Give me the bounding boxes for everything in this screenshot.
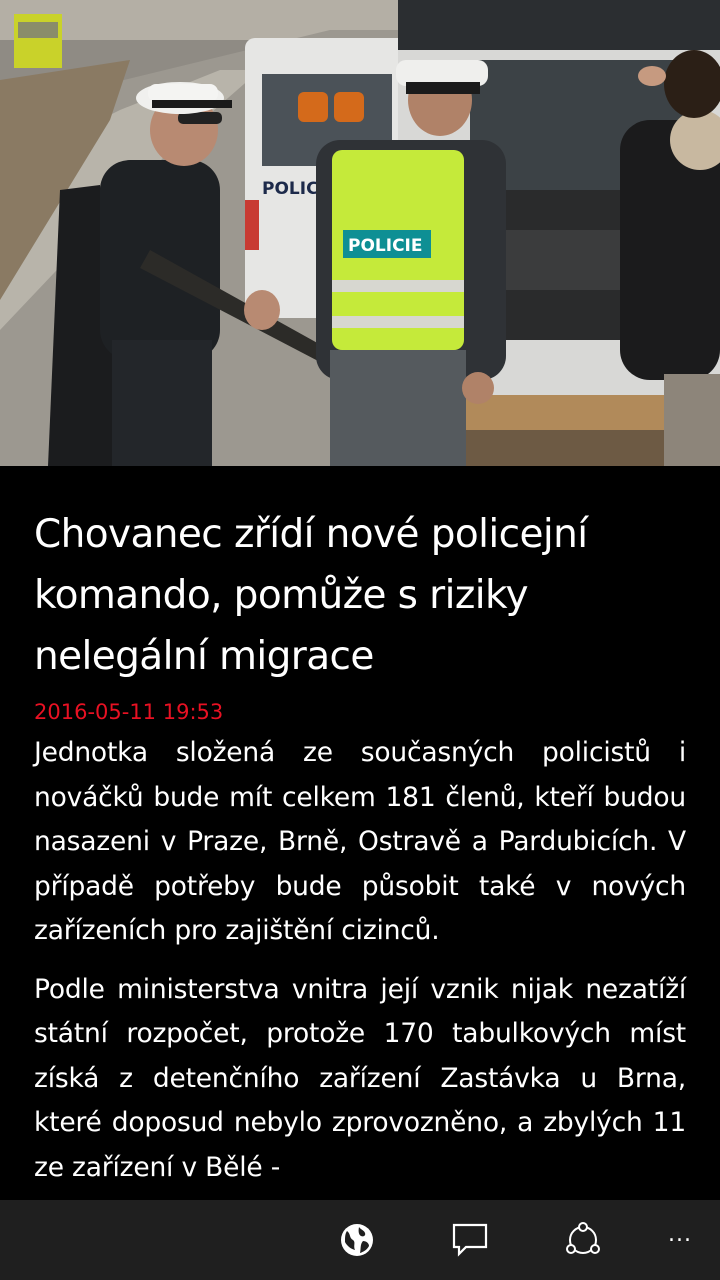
vest-police-label: POLICIE — [348, 236, 422, 256]
article-hero-image: POLICIE POLICIE — [0, 0, 720, 466]
open-in-browser-button[interactable] — [317, 1200, 397, 1280]
bottom-app-bar: ... — [0, 1200, 720, 1280]
article-paragraph: Podle ministerstva vnitra její vznik nij… — [34, 973, 686, 1183]
article-title: Chovanec zřídí nové policejní komando, p… — [34, 512, 588, 679]
globe-icon — [341, 1224, 373, 1256]
share-button[interactable] — [543, 1200, 623, 1280]
article-body: Chovanec zřídí nové policejní komando, p… — [34, 504, 686, 1190]
more-options-button[interactable]: ... — [640, 1200, 720, 1280]
more-icon: ... — [668, 1222, 692, 1247]
article-timestamp: 2016-05-11 19:53 — [34, 700, 224, 724]
share-icon — [566, 1222, 600, 1254]
comments-button[interactable] — [430, 1200, 510, 1280]
comment-icon — [452, 1223, 488, 1257]
article-paragraph: Jednotka složená ze současných policistů… — [34, 737, 686, 946]
